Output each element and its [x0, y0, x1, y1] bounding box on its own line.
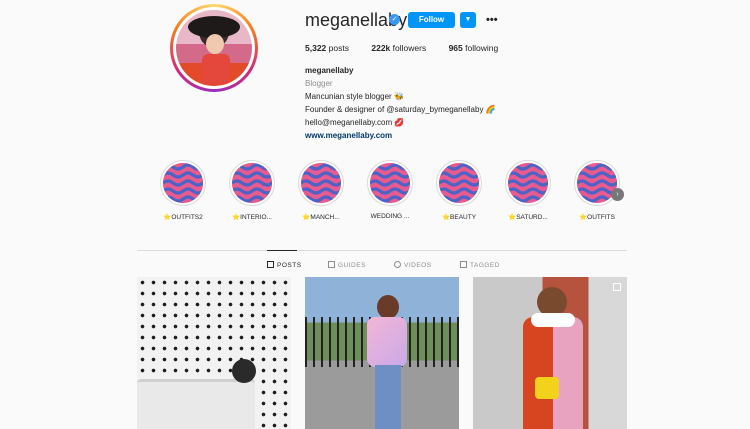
highlight-label: ⭐INTERIO... [232, 214, 272, 221]
bio-line-3: hello@meganellaby.com 💋 [305, 118, 405, 127]
highlight-label: ⭐OUTFITS2 [163, 214, 203, 221]
post-thumbnail[interactable] [305, 277, 459, 429]
highlight-cover [439, 163, 479, 203]
following-count-value: 965 [448, 43, 463, 53]
tab-tagged-label: TAGGED [470, 262, 500, 269]
avatar-image [176, 10, 252, 86]
active-tab-indicator [267, 250, 297, 251]
highlight-cover [508, 163, 548, 203]
tab-videos[interactable]: VIDEOS [394, 261, 432, 269]
highlight-item[interactable]: WEDDING ... [362, 160, 418, 220]
bio-line-1: Mancunian style blogger 🐝 [305, 92, 404, 101]
tab-posts-label: POSTS [277, 262, 302, 269]
bio-line-2: Founder & designer of @saturday_bymegane… [305, 105, 496, 114]
post-figure-bag [535, 377, 559, 399]
story-highlights: ⭐OUTFITS2 ⭐INTERIO... ⭐MANCH... WEDDING … [155, 160, 635, 230]
highlight-cover [301, 163, 341, 203]
highlight-cover [232, 163, 272, 203]
avatar-face [206, 34, 224, 54]
avatar-outfit [202, 54, 230, 84]
highlight-item[interactable]: ⭐BEAUTY [431, 160, 487, 221]
highlight-ring [367, 160, 413, 206]
bio-category: Blogger [305, 79, 333, 88]
highlight-cover [163, 163, 203, 203]
grid-icon [267, 261, 274, 268]
highlight-item[interactable]: ⭐MANCH... [293, 160, 349, 221]
highlight-label: WEDDING ... [370, 213, 410, 220]
following-count[interactable]: 965 following [449, 43, 499, 53]
tab-videos-label: VIDEOS [404, 262, 432, 269]
posts-count: 5,322 posts [305, 43, 349, 53]
post-figure [232, 359, 256, 383]
highlight-ring [229, 160, 275, 206]
posts-count-value: 5,322 [305, 43, 327, 53]
post-figure-jeans [375, 365, 401, 429]
video-icon [394, 261, 401, 268]
highlight-label: ⭐OUTFITS [579, 214, 615, 221]
chevron-right-icon[interactable]: › [611, 188, 624, 201]
bio-name: meganellaby [305, 66, 354, 75]
guide-icon [328, 261, 335, 268]
posts-count-label: posts [328, 43, 349, 53]
follow-button[interactable]: Follow [408, 12, 455, 28]
tab-tagged[interactable]: TAGGED [460, 261, 500, 269]
post-thumbnail[interactable] [473, 277, 627, 429]
post-bathtub [137, 379, 255, 429]
highlight-item[interactable]: ⭐SATURD... [500, 160, 556, 221]
highlight-ring [436, 160, 482, 206]
highlight-ring [505, 160, 551, 206]
tag-icon [460, 261, 467, 268]
followers-count[interactable]: 222k followers [371, 43, 426, 53]
profile-stats: 5,322 posts 222k followers 965 following [305, 43, 518, 53]
highlight-label: ⭐BEAUTY [441, 214, 477, 221]
profile-avatar[interactable] [170, 4, 258, 92]
bio-website-link[interactable]: www.meganellaby.com [305, 129, 496, 142]
followers-count-value: 222k [371, 43, 391, 53]
highlight-ring [160, 160, 206, 206]
tabs-divider [137, 250, 627, 251]
tab-guides-label: GUIDES [338, 262, 366, 269]
verified-badge-icon: ✓ [389, 14, 400, 25]
chevron-down-icon[interactable]: ▼ [460, 12, 476, 28]
more-horizontal-icon[interactable]: ••• [486, 12, 498, 28]
highlight-item[interactable]: ⭐INTERIO... [224, 160, 280, 221]
following-count-label: following [465, 43, 499, 53]
post-figure-collar [531, 313, 575, 327]
post-figure-coat [367, 317, 407, 367]
post-thumbnail[interactable] [137, 277, 291, 429]
post-figure-body [523, 317, 583, 429]
avatar-border [173, 7, 255, 89]
highlight-ring [298, 160, 344, 206]
highlight-item[interactable]: ⭐OUTFITS2 [155, 160, 211, 221]
tab-posts[interactable]: POSTS [267, 261, 302, 269]
profile-bio: meganellaby Blogger Mancunian style blog… [305, 64, 496, 142]
highlight-label: ⭐SATURD... [508, 214, 548, 221]
tab-guides[interactable]: GUIDES [328, 261, 366, 269]
followers-count-label: followers [392, 43, 427, 53]
highlight-label: ⭐MANCH... [302, 214, 340, 221]
post-figure-head [377, 295, 399, 319]
carousel-icon [613, 283, 621, 291]
highlight-cover [370, 163, 410, 203]
